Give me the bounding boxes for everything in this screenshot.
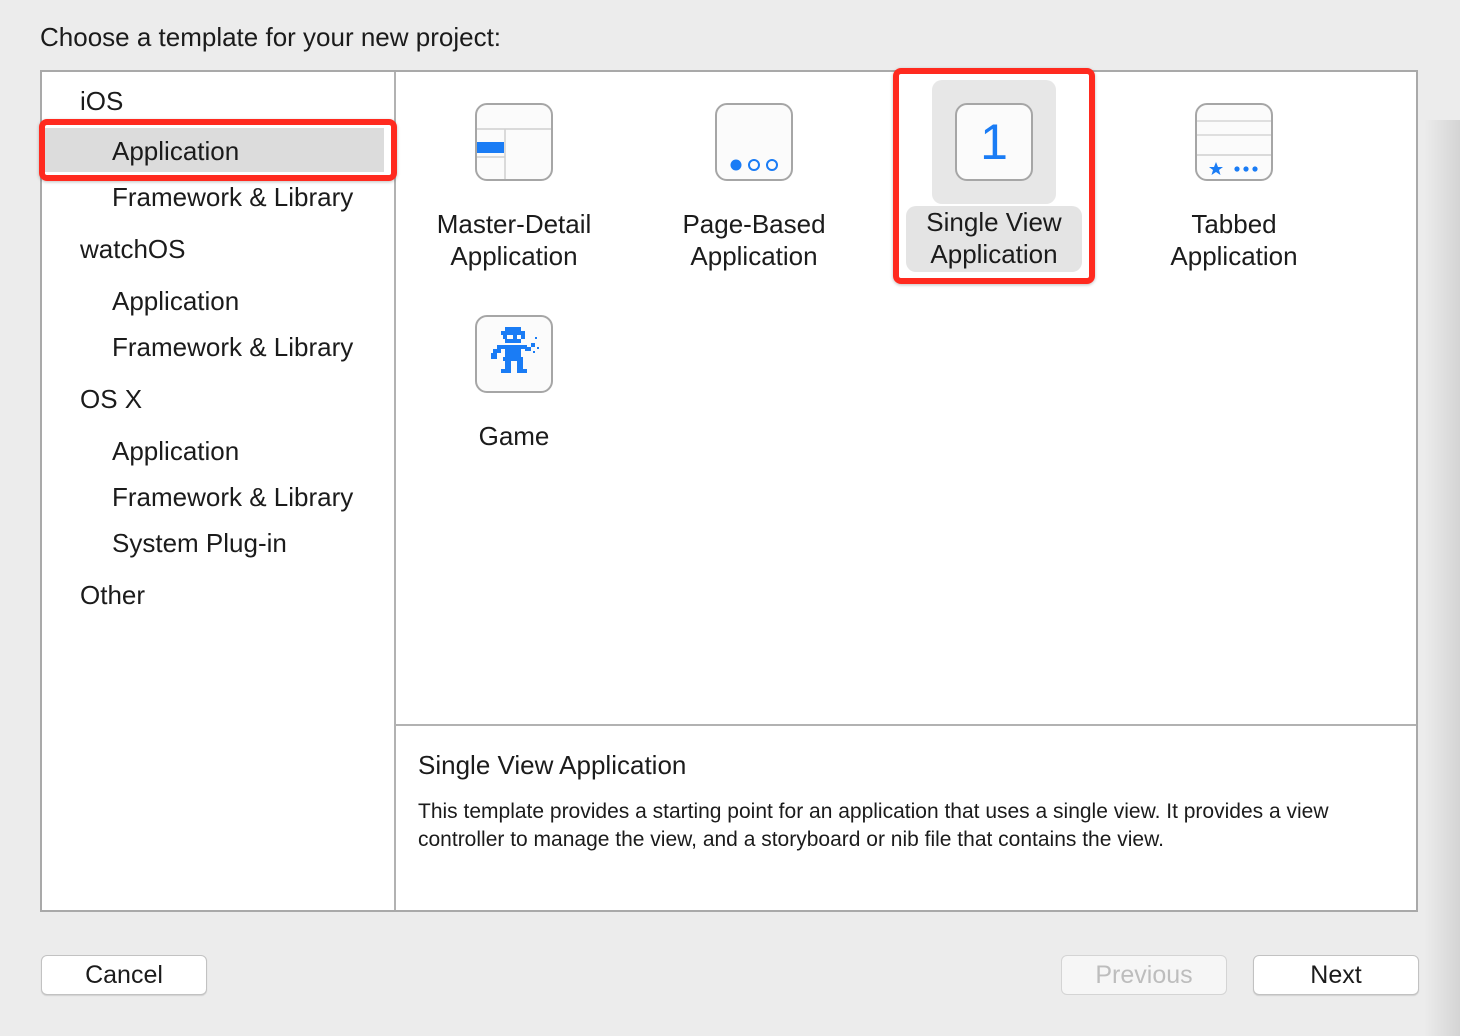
sidebar-item-watchos-framework-library[interactable]: Framework & Library <box>112 332 353 363</box>
sidebar-heading-osx: OS X <box>80 384 143 414</box>
cancel-button[interactable]: Cancel <box>41 955 207 995</box>
sidebar-item-osx-framework-library[interactable]: Framework & Library <box>112 482 353 513</box>
template-label-line1: Tabbed <box>1191 209 1277 239</box>
template-label-line2: Application <box>690 241 818 271</box>
next-button[interactable]: Next <box>1253 955 1419 995</box>
sidebar-heading-other[interactable]: Other <box>80 580 145 611</box>
sidebar-item-ios-framework-library[interactable]: Framework & Library <box>112 182 353 213</box>
window-edge-shadow <box>1424 120 1460 1036</box>
template-single-view[interactable]: 1 Single View Application <box>894 80 1094 272</box>
previous-button[interactable]: Previous <box>1061 955 1227 995</box>
template-label-line1: Page-Based <box>682 209 826 239</box>
page-title: Choose a template for your new project: <box>40 22 502 52</box>
sidebar-item-osx-system-plugin[interactable]: System Plug-in <box>112 528 287 559</box>
template-label-line2: Application <box>450 241 578 271</box>
template-label-line1: Game <box>478 421 550 451</box>
tab-bar-icon <box>1195 103 1273 181</box>
sidebar-heading-ios: iOS <box>80 86 124 116</box>
template-tabbed[interactable]: Tabbed Application <box>1134 80 1334 272</box>
template-label-line1: Single View <box>926 207 1062 237</box>
template-description: Single View Application This template pr… <box>396 724 1416 910</box>
game-robot-icon <box>475 315 553 393</box>
sidebar-item-watchos-application[interactable]: Application <box>112 286 239 317</box>
description-body: This template provides a starting point … <box>418 800 1329 851</box>
single-view-glyph: 1 <box>980 114 1008 170</box>
template-label-line2: Application <box>930 239 1058 269</box>
page-dots-icon <box>715 103 793 181</box>
template-grid: Master-Detail Application Page-Based App… <box>396 72 1416 726</box>
template-page-based[interactable]: Page-Based Application <box>654 80 854 272</box>
sidebar-item-ios-application[interactable]: Application <box>112 136 239 167</box>
single-view-icon: 1 <box>955 103 1033 181</box>
template-chooser-panel: iOS Application Framework & Library watc… <box>40 70 1418 912</box>
template-master-detail[interactable]: Master-Detail Application <box>414 80 614 272</box>
sidebar-heading-watchos: watchOS <box>80 234 186 264</box>
template-label-line1: Master-Detail <box>436 209 592 239</box>
platform-sidebar: iOS Application Framework & Library watc… <box>42 72 396 910</box>
template-label-line2: Application <box>1170 241 1298 271</box>
template-game[interactable]: Game <box>414 292 614 452</box>
description-title: Single View Application <box>418 750 687 780</box>
master-detail-icon <box>475 103 553 181</box>
sidebar-item-osx-application[interactable]: Application <box>112 436 239 467</box>
